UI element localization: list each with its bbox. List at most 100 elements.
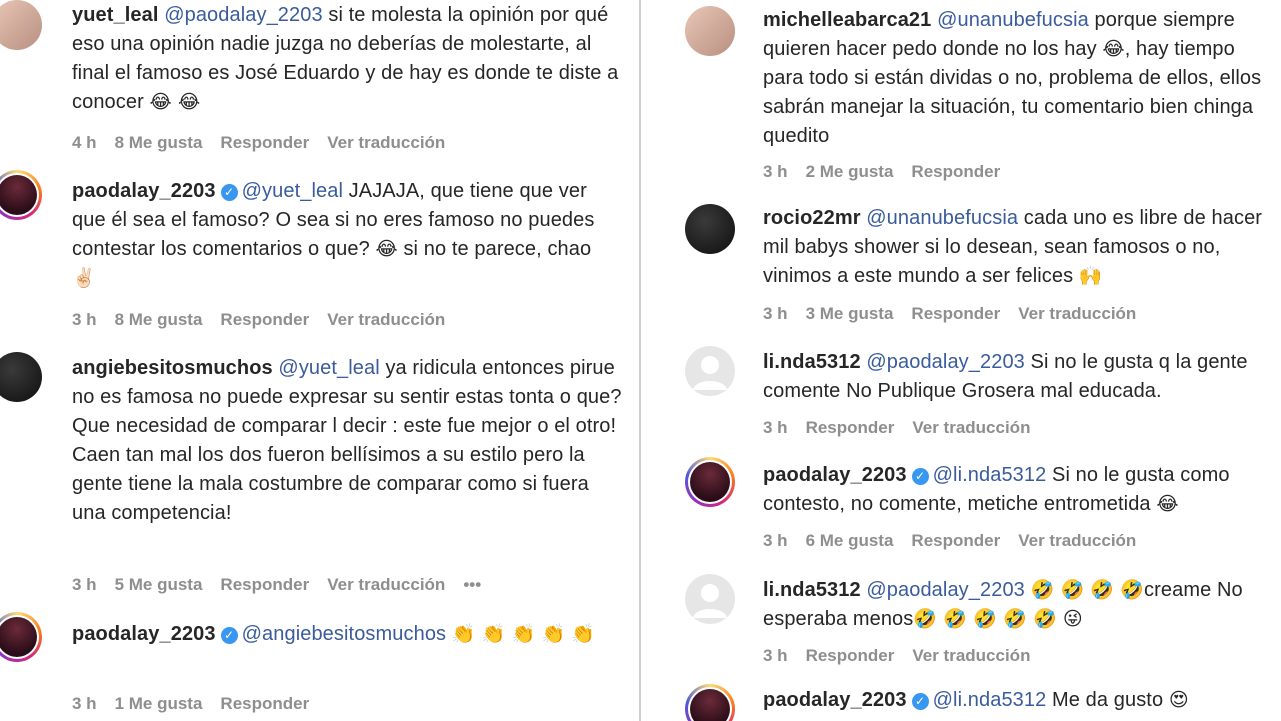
comment-emoji: 🤣 🤣 🤣 🤣 — [1030, 579, 1145, 601]
avatar[interactable] — [685, 346, 735, 396]
comment-text: ya ridicula entonces pirue no es famosa … — [72, 357, 622, 524]
comment-meta: 3 h 1 Me gusta Responder — [72, 694, 327, 714]
comment-mention[interactable]: @yuet_leal — [278, 357, 379, 379]
comment-meta: 3 h Responder Ver traducción — [763, 646, 1048, 666]
reply-button[interactable]: Responder — [220, 575, 309, 594]
comment-meta: 3 h 5 Me gusta Responder Ver traducción ••• — [72, 575, 499, 595]
comments-column-right: michelleabarca21 @unanubefucsia porque s… — [641, 0, 1281, 721]
comment-username[interactable]: rocio22mr — [763, 207, 861, 229]
comment-username[interactable]: paodalay_2203 — [72, 623, 216, 645]
comment-emoji: 😂 — [1102, 38, 1125, 60]
comment-mention[interactable]: @angiebesitosmuchos — [242, 623, 447, 645]
translate-button[interactable]: Ver traducción — [912, 646, 1030, 665]
comment-username[interactable]: li.nda5312 — [763, 351, 861, 373]
translate-button[interactable]: Ver traducción — [327, 310, 445, 329]
comment-emoji: 😍 — [1168, 689, 1189, 711]
comment-mention[interactable]: @paodalay_2203 — [866, 351, 1025, 373]
comment-emoji: 😂 😂 — [149, 91, 201, 113]
comment-mention[interactable]: @li.nda5312 — [933, 464, 1047, 486]
avatar[interactable] — [0, 0, 42, 50]
comment-likes[interactable]: 6 Me gusta — [806, 531, 894, 550]
comment-body: li.nda5312 @paodalay_2203 Si no le gusta… — [763, 348, 1273, 406]
comment-emoji: 😂 — [375, 238, 398, 260]
comment-username[interactable]: angiebesitosmuchos — [72, 357, 273, 379]
reply-button[interactable]: Responder — [220, 310, 309, 329]
comment-emoji: 😂 — [1156, 493, 1179, 515]
comment-likes[interactable]: 1 Me gusta — [115, 694, 203, 713]
comment-mention[interactable]: @unanubefucsia — [866, 207, 1018, 229]
comment-likes[interactable]: 5 Me gusta — [115, 575, 203, 594]
avatar[interactable] — [685, 457, 735, 507]
comment-meta: 3 h 2 Me gusta Responder — [763, 162, 1018, 182]
avatar[interactable] — [0, 612, 42, 662]
comment-username[interactable]: paodalay_2203 — [763, 464, 907, 486]
translate-button[interactable]: Ver traducción — [1018, 531, 1136, 550]
reply-button[interactable]: Responder — [806, 646, 895, 665]
comment-time[interactable]: 3 h — [763, 304, 788, 323]
avatar[interactable] — [685, 204, 735, 254]
translate-button[interactable]: Ver traducción — [327, 575, 445, 594]
comment-time[interactable]: 4 h — [72, 133, 97, 152]
comment-body: michelleabarca21 @unanubefucsia porque s… — [763, 6, 1273, 151]
comments-column-left: yuet_leal @paodalay_2203 si te molesta l… — [0, 0, 640, 721]
comment-meta: 3 h Responder Ver traducción — [763, 418, 1048, 438]
comment-emoji: 👏 👏 👏 👏 👏 — [451, 623, 596, 645]
comment-body: rocio22mr @unanubefucsia cada uno es lib… — [763, 204, 1273, 291]
comment-body: angiebesitosmuchos @yuet_leal ya ridicul… — [72, 354, 622, 528]
comment-time[interactable]: 3 h — [763, 646, 788, 665]
comment-body: yuet_leal @paodalay_2203 si te molesta l… — [72, 1, 632, 117]
avatar[interactable] — [685, 6, 735, 56]
comment-body: li.nda5312 @paodalay_2203 🤣 🤣 🤣 🤣creame … — [763, 576, 1273, 634]
comment-username[interactable]: paodalay_2203 — [72, 180, 216, 202]
comment-likes[interactable]: 8 Me gusta — [115, 133, 203, 152]
comment-mention[interactable]: @li.nda5312 — [933, 689, 1047, 711]
default-avatar-icon — [693, 356, 727, 390]
comment-body: paodalay_2203 ✓ @li.nda5312 Me da gusto 😍 — [763, 686, 1273, 715]
comment-time[interactable]: 3 h — [72, 694, 97, 713]
comment-mention[interactable]: @paodalay_2203 — [866, 579, 1025, 601]
comment-time[interactable]: 3 h — [72, 575, 97, 594]
comment-time[interactable]: 3 h — [763, 418, 788, 437]
comment-time[interactable]: 3 h — [763, 162, 788, 181]
comment-body: paodalay_2203 ✓ @yuet_leal JAJAJA, que tie… — [72, 177, 617, 293]
avatar[interactable] — [685, 574, 735, 624]
default-avatar-icon — [693, 584, 727, 618]
comment-mention[interactable]: @unanubefucsia — [937, 9, 1089, 31]
comment-username[interactable]: li.nda5312 — [763, 579, 861, 601]
translate-button[interactable]: Ver traducción — [912, 418, 1030, 437]
verified-badge-icon: ✓ — [911, 468, 929, 485]
comment-time[interactable]: 3 h — [72, 310, 97, 329]
avatar[interactable] — [0, 352, 42, 402]
reply-button[interactable]: Responder — [220, 694, 309, 713]
reply-button[interactable]: Responder — [911, 304, 1000, 323]
comment-mention[interactable]: @yuet_leal — [242, 180, 343, 202]
avatar[interactable] — [0, 170, 42, 220]
more-options-icon[interactable]: ••• — [463, 575, 481, 594]
reply-button[interactable]: Responder — [911, 531, 1000, 550]
comment-body: paodalay_2203 ✓ @li.nda5312 Si no le gusta… — [763, 461, 1273, 519]
avatar[interactable] — [685, 684, 735, 721]
reply-button[interactable]: Responder — [220, 133, 309, 152]
comment-username[interactable]: yuet_leal — [72, 4, 159, 26]
comment-username[interactable]: michelleabarca21 — [763, 9, 931, 31]
comment-username[interactable]: paodalay_2203 — [763, 689, 907, 711]
comment-likes[interactable]: 8 Me gusta — [115, 310, 203, 329]
comment-time[interactable]: 3 h — [763, 531, 788, 550]
comment-meta: 3 h 8 Me gusta Responder Ver traducción — [72, 310, 463, 330]
translate-button[interactable]: Ver traducción — [327, 133, 445, 152]
comment-likes[interactable]: 2 Me gusta — [806, 162, 894, 181]
verified-badge-icon: ✓ — [220, 184, 238, 201]
comment-meta: 3 h 6 Me gusta Responder Ver traducción — [763, 531, 1154, 551]
translate-button[interactable]: Ver traducción — [1018, 304, 1136, 323]
reply-button[interactable]: Responder — [806, 418, 895, 437]
comment-mention[interactable]: @paodalay_2203 — [164, 4, 323, 26]
verified-badge-icon: ✓ — [220, 627, 238, 644]
comment-body: paodalay_2203 ✓ @angiebesitosmuchos 👏 👏 👏 … — [72, 620, 617, 649]
comment-emoji: 🙌 — [1078, 265, 1103, 287]
comment-text: Me da gusto — [1046, 689, 1169, 711]
comment-likes[interactable]: 3 Me gusta — [806, 304, 894, 323]
comment-meta: 3 h 3 Me gusta Responder Ver traducción — [763, 304, 1154, 324]
verified-badge-icon: ✓ — [911, 693, 929, 710]
comment-text-2: si no te parece, chao — [397, 238, 592, 260]
reply-button[interactable]: Responder — [911, 162, 1000, 181]
